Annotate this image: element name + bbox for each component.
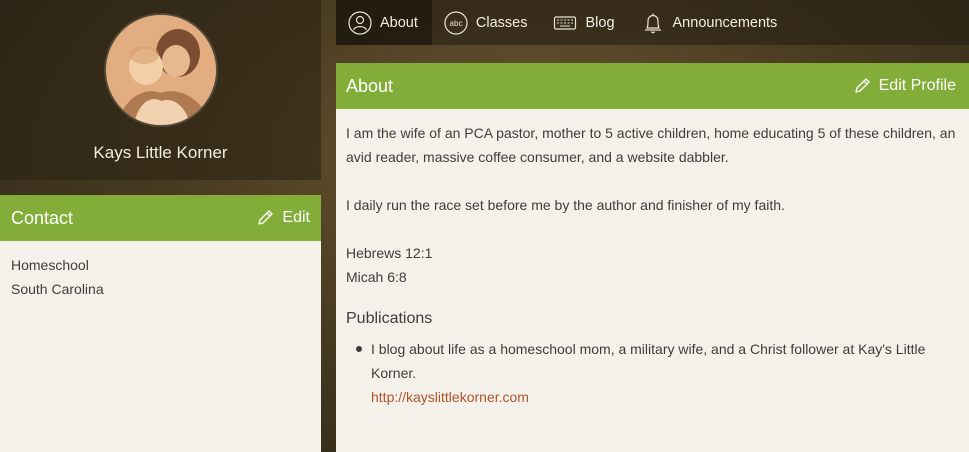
about-body: I am the wife of an PCA pastor, mother t…	[336, 109, 969, 421]
contact-item-location: South Carolina	[11, 281, 104, 297]
tab-announcements[interactable]: Announcements	[629, 0, 792, 45]
tab-about[interactable]: About	[336, 0, 432, 45]
publication-link[interactable]: http://kayslittlekorner.com	[371, 385, 959, 409]
contact-card: Contact Edit Homeschool South Carolina	[0, 195, 321, 452]
tab-classes-label: Classes	[475, 14, 528, 31]
svg-text:abc: abc	[449, 19, 462, 28]
profile-photo-icon	[106, 15, 216, 125]
about-header: About Edit Profile	[336, 63, 969, 109]
profile-card: Kays Little Korner	[0, 0, 321, 180]
tab-about-label: About	[380, 14, 418, 31]
contact-list: Homeschool South Carolina	[0, 241, 321, 313]
about-paragraph: I daily run the race set before me by th…	[346, 197, 785, 213]
profile-name: Kays Little Korner	[93, 143, 228, 162]
pencil-icon	[258, 210, 274, 225]
user-icon	[348, 10, 372, 35]
contact-title: Contact	[11, 207, 74, 228]
publications-list: I blog about life as a homeschool mom, a…	[346, 337, 959, 409]
bell-icon	[641, 11, 665, 35]
publication-text: I blog about life as a homeschool mom, a…	[371, 341, 926, 381]
tab-announcements-label: Announcements	[672, 14, 778, 31]
edit-profile-button[interactable]: Edit Profile	[853, 77, 956, 95]
about-card: About Edit Profile I am the wife of an P…	[336, 63, 969, 452]
top-nav: About abc Classes Blog Announcements	[336, 0, 969, 45]
publications-heading: Publications	[346, 310, 433, 327]
keyboard-icon	[553, 11, 577, 35]
edit-contact-label: Edit	[282, 209, 310, 226]
publication-item: I blog about life as a homeschool mom, a…	[356, 337, 959, 409]
contact-header: Contact Edit	[0, 195, 321, 241]
tab-classes[interactable]: abc Classes	[432, 0, 542, 45]
edit-contact-button[interactable]: Edit	[256, 209, 310, 227]
about-paragraph: I am the wife of an PCA pastor, mother t…	[346, 125, 956, 165]
avatar[interactable]	[106, 15, 216, 125]
about-title: About	[346, 75, 394, 96]
tab-blog-label: Blog	[585, 14, 615, 31]
contact-item-organization: Homeschool	[11, 257, 89, 273]
edit-profile-label: Edit Profile	[878, 77, 956, 94]
abc-icon: abc	[444, 10, 468, 35]
verse-line: Micah 6:8	[346, 269, 407, 285]
tab-blog[interactable]: Blog	[541, 0, 628, 45]
pencil-icon	[854, 78, 870, 93]
verse-line: Hebrews 12:1	[346, 245, 433, 261]
